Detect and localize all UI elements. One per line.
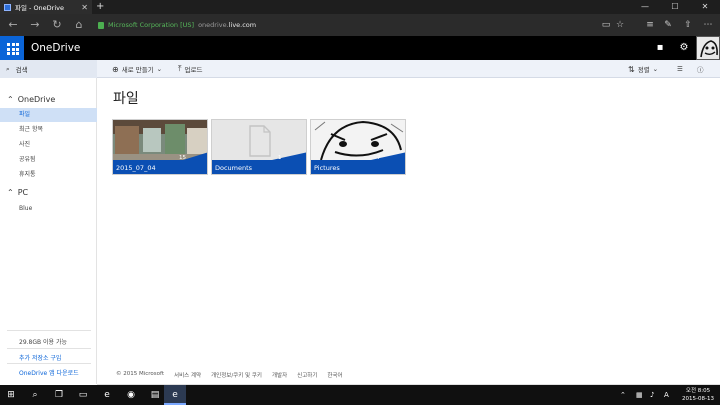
minimize-button[interactable]: — [630, 0, 660, 14]
tile-label: Pictures [314, 164, 340, 172]
app-brand[interactable]: OneDrive [31, 36, 80, 60]
footer: © 2015 Microsoft 서비스 계약 개인정보/쿠키 및 쿠키 개발자… [116, 371, 343, 379]
folder-tile[interactable]: 1 Documents [211, 119, 307, 175]
nav-header-label: PC [17, 188, 29, 197]
tile-label: 2015_07_04 [116, 164, 156, 172]
item-count: 15 [179, 155, 186, 161]
sort-button[interactable]: ⇅ 정렬 ⌄ [628, 60, 658, 78]
info-icon[interactable]: ⓘ [697, 60, 704, 78]
folder-icon[interactable]: ▤ [144, 385, 166, 405]
tab-close-icon[interactable]: ✕ [81, 3, 88, 12]
maximize-button[interactable]: ☐ [660, 0, 690, 14]
home-icon[interactable]: ⌂ [68, 14, 90, 36]
chat-icon[interactable]: ▪ [648, 36, 672, 60]
lock-icon [98, 21, 104, 29]
sidebar-item-shared[interactable]: 공유됨 [0, 153, 97, 167]
sidebar-item-files[interactable]: 파일 [0, 108, 97, 122]
nav-header-pc[interactable]: ⌃ PC [7, 188, 28, 197]
browser-tab[interactable]: 파일 - OneDrive ✕ [0, 0, 92, 14]
back-arrow-icon[interactable]: ← [2, 14, 24, 36]
search-input[interactable]: ⌕ 검색 [0, 60, 97, 78]
sidebar-item-photos[interactable]: 사진 [0, 138, 97, 152]
folder-tile[interactable]: 7 Pictures [310, 119, 406, 175]
upload-arrow-icon: ⤒ [178, 64, 182, 73]
chevron-down-icon: ⌄ [652, 65, 659, 73]
volume-icon[interactable]: ♪ [650, 385, 654, 405]
start-windows-icon[interactable]: ⊞ [0, 385, 22, 405]
footer-link-privacy[interactable]: 개인정보/쿠키 및 쿠키 [211, 371, 262, 379]
refresh-icon[interactable]: ↻ [46, 14, 68, 36]
item-count: 7 [377, 155, 381, 161]
share-icon[interactable]: ⇧ [678, 14, 698, 36]
address-bar[interactable]: Microsoft Corporation [US] onedrive.live… [98, 18, 256, 32]
chrome-icon[interactable]: ◉ [120, 385, 142, 405]
tab-title: 파일 - OneDrive [15, 4, 65, 12]
nav-header-label: OneDrive [17, 95, 56, 104]
browser-titlebar: 파일 - OneDrive ✕ + — ☐ ✕ [0, 0, 720, 14]
clock-time: 오전 8:05 [685, 388, 711, 394]
app-launcher-icon[interactable] [0, 36, 24, 60]
sidebar-item-recent[interactable]: 최근 항목 [0, 123, 97, 137]
footer-link-language[interactable]: 한국어 [327, 371, 342, 379]
sort-icon: ⇅ [628, 64, 635, 74]
search-icon: ⌕ [6, 64, 10, 73]
plus-circle-icon: ⊕ [112, 64, 119, 74]
hub-icon[interactable]: ≡ [640, 14, 660, 36]
edge-browser-icon[interactable]: e [96, 385, 118, 405]
folder-tile[interactable]: 15 2015_07_04 [112, 119, 208, 175]
get-app-link[interactable]: OneDrive 앱 다운로드 [19, 368, 79, 377]
task-view-icon[interactable]: ❐ [48, 385, 70, 405]
page-title: 파일 [113, 91, 139, 107]
chevron-down-icon: ⌄ [156, 65, 163, 73]
clock-date: 2015-08-13 [682, 396, 714, 402]
buy-storage-link[interactable]: 추가 저장소 구입 [19, 353, 61, 362]
file-explorer-icon[interactable]: ▭ [72, 385, 94, 405]
system-clock[interactable]: 오전 8:05 2015-08-13 [682, 387, 714, 403]
forward-arrow-icon[interactable]: → [24, 14, 46, 36]
upload-button[interactable]: ⤒ 업로드 [178, 60, 203, 78]
item-count: 1 [278, 155, 282, 161]
new-tab-button[interactable]: + [96, 0, 104, 14]
command-bar: ⌕ 검색 ⊕ 새로 만들기 ⌄ ⤒ 업로드 ⇅ 정렬 ⌄ ☰ ⓘ [0, 60, 720, 78]
nav-header-onedrive[interactable]: ⌃ OneDrive [7, 95, 55, 104]
edge-active-icon[interactable]: e [164, 385, 186, 405]
search-icon[interactable]: ⌕ [24, 385, 46, 405]
chevron-up-icon: ⌃ [7, 95, 14, 104]
favorite-star-icon[interactable]: ☆ [610, 14, 630, 36]
footer-copyright: © 2015 Microsoft [116, 371, 165, 377]
search-placeholder: 검색 [15, 66, 28, 74]
storage-quota: 29.8GB 이용 가능 [19, 339, 68, 346]
web-note-icon[interactable]: ✎ [658, 14, 678, 36]
footer-link-terms[interactable]: 서비스 계약 [174, 371, 201, 379]
sort-button-label: 정렬 [637, 66, 650, 74]
nav-divider [7, 348, 91, 349]
gear-icon[interactable]: ⚙ [672, 36, 696, 60]
new-button[interactable]: ⊕ 새로 만들기 ⌄ [112, 60, 162, 78]
tile-label: Documents [215, 164, 253, 172]
avatar[interactable] [696, 36, 720, 60]
upload-button-label: 업로드 [184, 66, 203, 74]
footer-link-report[interactable]: 신고하기 [297, 371, 317, 379]
input-language-indicator[interactable]: A [664, 385, 669, 405]
nav-divider [7, 330, 91, 331]
left-nav: ⌃ OneDrive 파일 최근 항목 사진 공유됨 휴지통 ⌃ PC Blue… [0, 78, 97, 384]
onedrive-favicon-icon [4, 3, 11, 11]
windows-taskbar: ⊞ ⌕ ❐ ▭ e ◉ ▤ e ⌃ ▦ ♪ A 오전 8:05 2015-08-… [0, 385, 720, 405]
nav-divider [7, 363, 91, 364]
certificate-name: Microsoft Corporation [US] [108, 21, 195, 29]
more-icon[interactable]: ⋯ [698, 14, 718, 36]
close-window-button[interactable]: ✕ [690, 0, 720, 14]
url-text: onedrive.live.com [198, 21, 257, 29]
new-button-label: 새로 만들기 [121, 66, 154, 74]
browser-toolbar: ← → ↻ ⌂ Microsoft Corporation [US] onedr… [0, 14, 720, 36]
chevron-up-icon: ⌃ [7, 188, 14, 197]
footer-link-developers[interactable]: 개발자 [272, 371, 287, 379]
list-view-icon[interactable]: ☰ [677, 60, 683, 78]
sidebar-item-pc-blue[interactable]: Blue [0, 202, 97, 216]
tray-chevron-icon[interactable]: ⌃ [620, 385, 626, 405]
app-header: OneDrive ▪ ⚙ [0, 36, 720, 60]
network-icon[interactable]: ▦ [636, 385, 643, 405]
sidebar-item-recycle-bin[interactable]: 휴지통 [0, 168, 97, 182]
